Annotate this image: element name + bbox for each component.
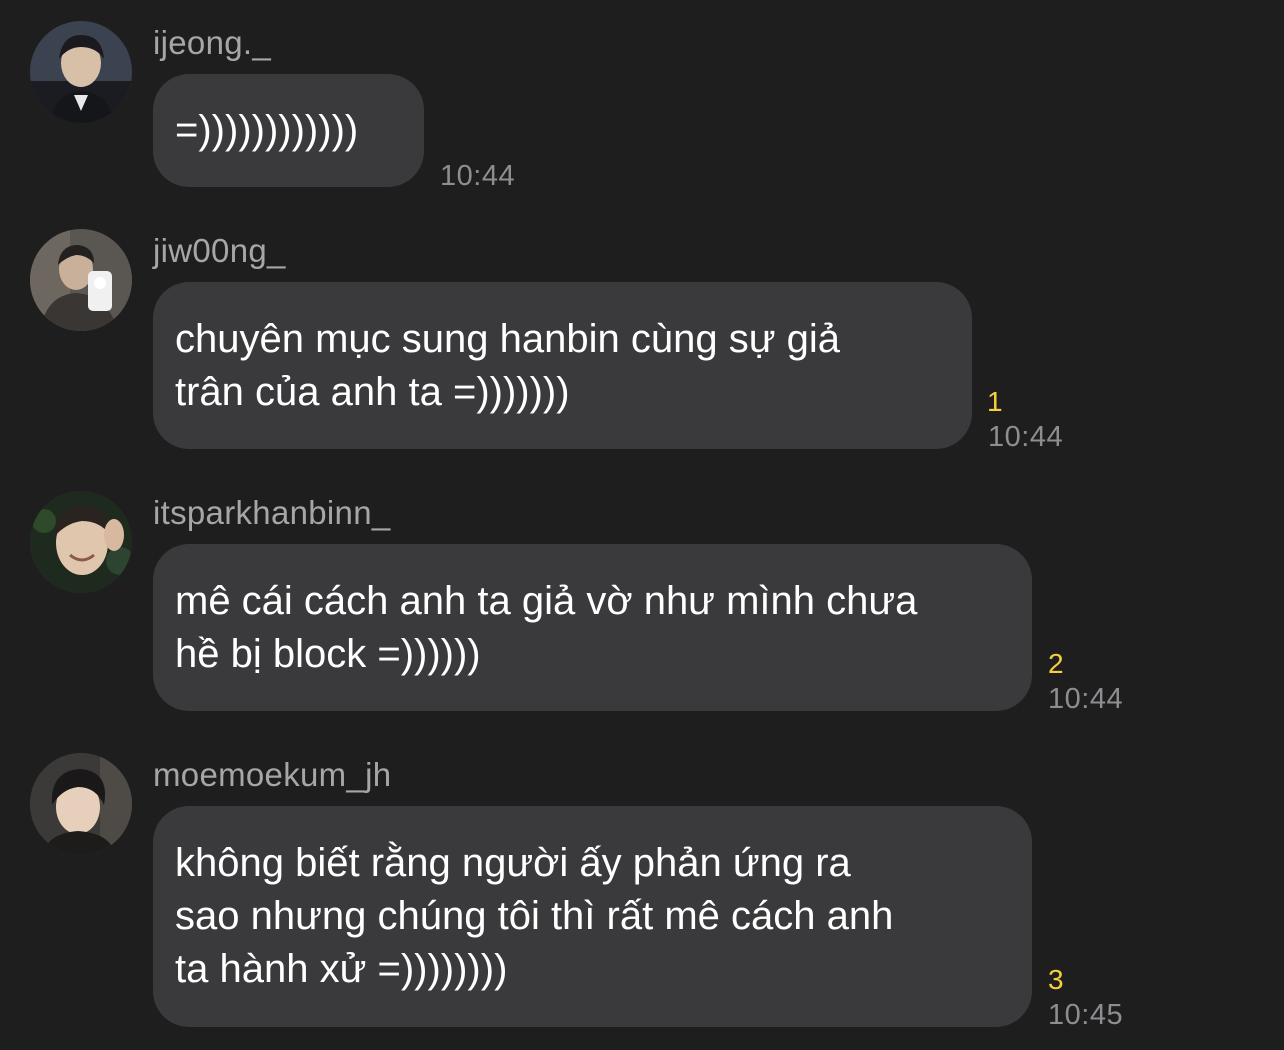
message-bubble[interactable]: mê cái cách anh ta giả vờ như mình chưa … xyxy=(153,544,1032,711)
username: moemoekum_jh xyxy=(153,756,392,793)
read-count: 2 xyxy=(1048,648,1064,679)
user-avatar-icon xyxy=(30,229,132,331)
avatar[interactable] xyxy=(30,491,132,593)
message-bubble[interactable]: =)))))))))))) xyxy=(153,74,424,187)
message-text: =)))))))))))) xyxy=(175,108,359,152)
avatar[interactable] xyxy=(30,21,132,123)
message-text: không biết rằng người ấy phản ứng ra sao… xyxy=(175,841,894,991)
avatar[interactable] xyxy=(30,753,132,855)
read-count: 1 xyxy=(987,386,1003,417)
avatar[interactable] xyxy=(30,229,132,331)
username: jiw00ng_ xyxy=(153,232,286,269)
message-text: chuyên mục sung hanbin cùng sự giả trân … xyxy=(175,317,840,414)
message-time: 10:44 xyxy=(440,160,516,192)
user-avatar-icon xyxy=(30,491,132,593)
message-time: 10:45 xyxy=(1048,999,1124,1031)
message-time: 10:44 xyxy=(988,421,1064,453)
user-avatar-icon xyxy=(30,21,132,123)
read-count: 3 xyxy=(1048,964,1064,995)
message-time: 10:44 xyxy=(1048,683,1124,715)
username: ijeong._ xyxy=(153,24,271,61)
message-bubble[interactable]: không biết rằng người ấy phản ứng ra sao… xyxy=(153,806,1032,1027)
user-avatar-icon xyxy=(30,753,132,855)
message-text: mê cái cách anh ta giả vờ như mình chưa … xyxy=(175,579,918,676)
message-bubble[interactable]: chuyên mục sung hanbin cùng sự giả trân … xyxy=(153,282,972,449)
username: itsparkhanbinn_ xyxy=(153,494,391,531)
